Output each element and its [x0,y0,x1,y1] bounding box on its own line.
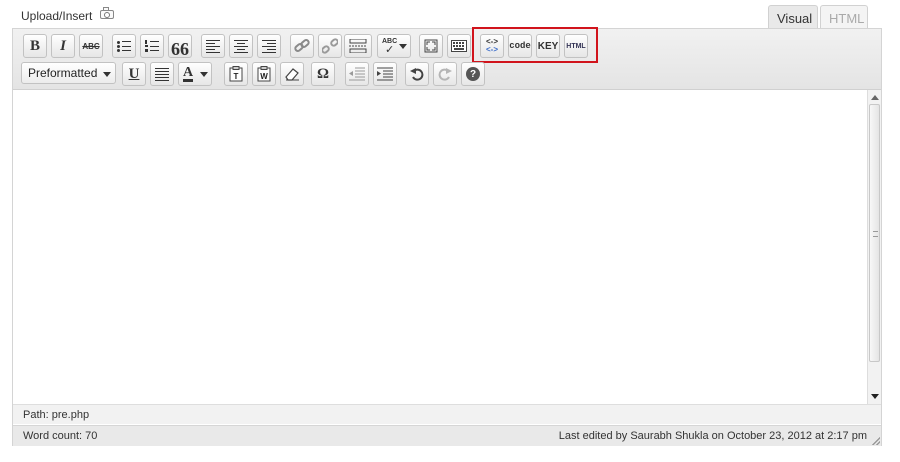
insert-link-button[interactable] [290,34,314,58]
undo-icon [410,68,424,81]
align-left-icon [206,40,220,53]
align-left-button[interactable] [201,34,225,58]
align-right-icon [262,40,276,53]
italic-button[interactable]: I [51,34,75,58]
insert-more-button[interactable] [344,34,372,58]
scroll-down-icon[interactable] [871,394,879,399]
camera-icon[interactable] [100,6,116,20]
align-center-icon [234,40,248,53]
bullet-list-icon [117,40,131,52]
text-color-icon: A [183,65,194,82]
bold-icon: B [29,37,40,54]
help-icon: ? [466,67,480,81]
upload-insert[interactable]: Upload/Insert [21,6,116,23]
special-char-button[interactable]: Ω [311,62,335,86]
paste-text-icon: T [229,66,243,82]
fullscreen-icon [424,39,438,53]
svg-text:T: T [234,72,239,81]
bold-button[interactable]: B [23,34,47,58]
upload-insert-label[interactable]: Upload/Insert [21,9,92,23]
blockquote-button[interactable]: 66 [168,34,192,58]
status-bar: Word count: 70 Last edited by Saurabh Sh… [13,425,881,446]
strikethrough-button[interactable]: ABC [79,34,103,58]
paste-text-button[interactable]: T [224,62,248,86]
help-button[interactable]: ? [461,62,485,86]
path-bar: Path: pre.php [13,404,881,424]
chevron-down-icon[interactable] [200,72,208,77]
editor-container: B I ABC 66 ABC ✓ <-> <-> code KEY HTML P… [12,27,882,446]
scroll-up-icon[interactable] [871,95,879,100]
blockquote-icon: 66 [171,39,189,59]
underline-icon: U [128,65,140,82]
redo-icon [438,68,452,81]
clear-formatting-button[interactable] [280,62,304,86]
format-select-value: Preformatted [28,66,98,80]
grip-icon [873,231,878,237]
numbered-list-button[interactable] [140,34,164,58]
eraser-icon [285,68,299,81]
spellcheck-button[interactable]: ABC ✓ [377,34,411,58]
last-edited: Last edited by Saurabh Shukla on October… [558,430,867,442]
underline-button[interactable]: U [122,62,146,86]
paste-word-icon: W [257,66,271,82]
justify-icon [155,68,169,81]
outdent-button[interactable] [345,62,369,86]
outdent-icon [349,67,365,81]
undo-button[interactable] [405,62,429,86]
kitchen-sink-button[interactable] [447,34,471,58]
bullet-list-button[interactable] [112,34,136,58]
justify-button[interactable] [150,62,174,86]
numbered-list-icon [145,40,159,52]
chevron-down-icon[interactable] [399,44,407,49]
chevron-down-icon [103,72,111,77]
spellcheck-icon: ABC ✓ [382,38,398,56]
resize-handle-icon[interactable] [872,437,880,445]
italic-icon: I [60,37,66,54]
unlink-icon [322,38,338,54]
redo-button[interactable] [433,62,457,86]
paste-word-button[interactable]: W [252,62,276,86]
fullscreen-button[interactable] [419,34,443,58]
tab-visual[interactable]: Visual [768,5,818,29]
omega-icon: Ω [316,65,329,82]
highlight-box [472,27,598,63]
path-value[interactable]: pre.php [52,409,89,421]
editor-header: Upload/Insert Visual HTML [12,0,882,29]
editor-content[interactable] [13,90,867,404]
kitchen-sink-icon [451,40,467,52]
tab-html[interactable]: HTML [820,5,868,29]
remove-link-button[interactable] [318,34,342,58]
svg-text:W: W [260,72,268,81]
format-select[interactable]: Preformatted [21,62,116,84]
align-center-button[interactable] [229,34,253,58]
align-right-button[interactable] [257,34,281,58]
vertical-scrollbar[interactable] [867,90,881,404]
path-label: Path: [23,409,49,421]
text-color-button[interactable]: A [178,62,212,86]
indent-icon [377,67,393,81]
editor-toolbar: B I ABC 66 ABC ✓ <-> <-> code KEY HTML P… [13,27,881,90]
strikethrough-icon: ABC [82,41,100,51]
indent-button[interactable] [373,62,397,86]
scrollbar-thumb[interactable] [869,104,880,362]
word-count: Word count: 70 [23,430,98,442]
link-icon [294,39,310,52]
more-tag-icon [349,39,367,53]
